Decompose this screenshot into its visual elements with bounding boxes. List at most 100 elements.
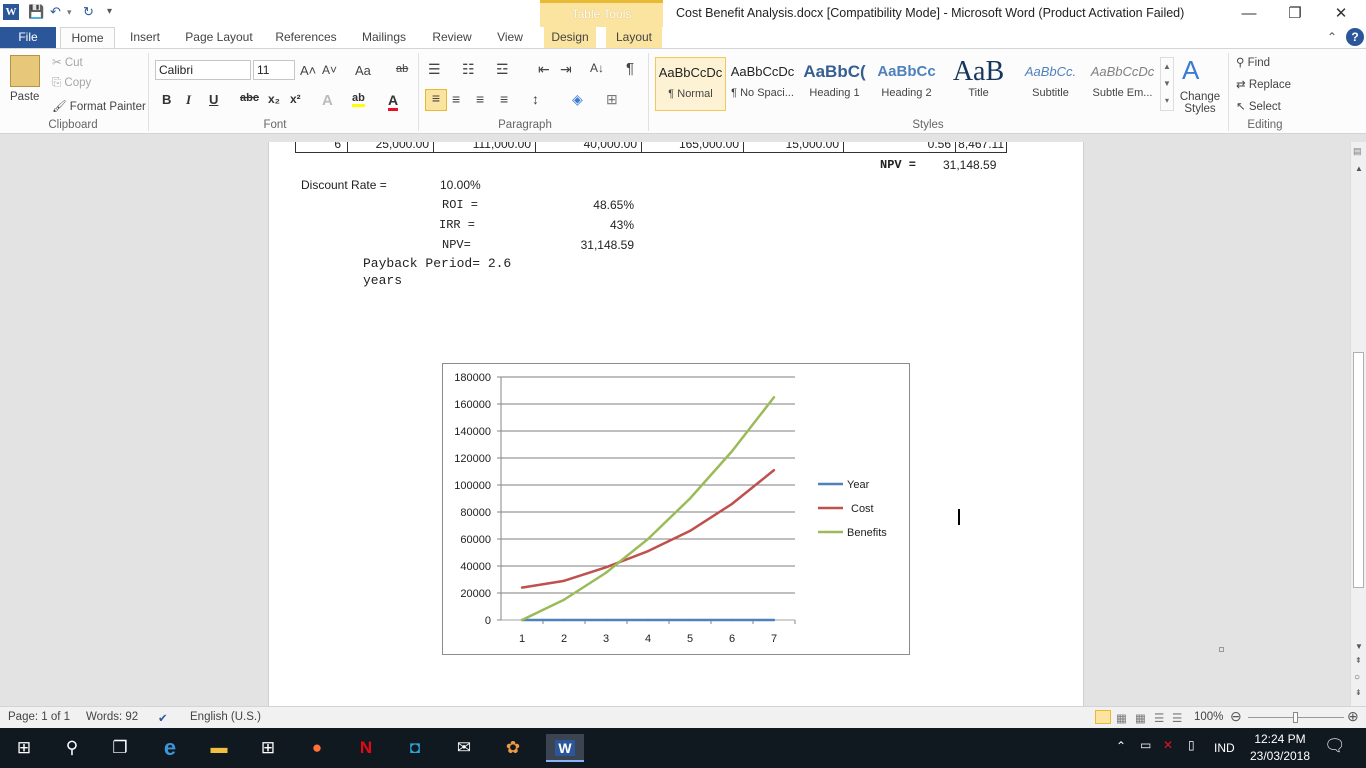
task-view-icon[interactable]: ❐ bbox=[106, 734, 134, 762]
app-icon[interactable]: ◘ bbox=[401, 734, 429, 762]
decrease-indent-icon[interactable]: ⇤ bbox=[538, 61, 550, 78]
language-indicator-taskbar[interactable]: IND bbox=[1214, 741, 1235, 755]
tab-mailings[interactable]: Mailings bbox=[354, 27, 414, 48]
cut-button[interactable]: ✂ Cut bbox=[52, 55, 122, 69]
increase-indent-icon[interactable]: ⇥ bbox=[560, 61, 572, 78]
scroll-down-icon[interactable]: ▼ bbox=[1355, 642, 1363, 651]
scroll-thumb[interactable] bbox=[1353, 352, 1364, 588]
outline-view-icon[interactable]: ☰ bbox=[1154, 711, 1164, 725]
line-chart[interactable]: 0 20000 40000 60000 80000 100000 120000 140000 1… bbox=[442, 363, 910, 655]
grow-font-button[interactable]: A˄ bbox=[300, 63, 316, 78]
store-icon[interactable]: ⊞ bbox=[254, 734, 282, 762]
tab-page-layout[interactable]: Page Layout bbox=[180, 27, 258, 48]
strikethrough-button[interactable]: abc bbox=[240, 92, 259, 104]
format-painter-button[interactable]: 🖌 Format Painter bbox=[52, 99, 146, 113]
table-row[interactable]: 6 25,000.00 111,000.00 40,000.00 165,000… bbox=[295, 142, 1007, 153]
underline-button[interactable]: U bbox=[209, 92, 218, 107]
sort-button[interactable]: A↓ bbox=[590, 61, 604, 75]
windows-start-icon[interactable]: ⊞ bbox=[10, 734, 38, 762]
netflix-icon[interactable]: N bbox=[352, 734, 380, 762]
styles-gallery-scroll[interactable]: ▲ ▼ ▾ bbox=[1160, 57, 1174, 111]
highlight-button[interactable]: ab bbox=[352, 92, 365, 107]
font-family-select[interactable]: Calibri bbox=[155, 60, 251, 80]
next-page-icon[interactable]: ⇟ bbox=[1355, 688, 1362, 697]
redo-icon[interactable]: ↻ bbox=[83, 3, 94, 21]
style-no-spacing[interactable]: AaBbCcDc ¶ No Spaci... bbox=[727, 57, 798, 111]
style-normal[interactable]: AaBbCcDc ¶ Normal bbox=[655, 57, 726, 111]
undo-icon[interactable]: ↶ bbox=[50, 3, 61, 21]
restore-button[interactable]: ❐ bbox=[1272, 0, 1318, 27]
select-button[interactable]: ↖ Select bbox=[1236, 99, 1281, 113]
show-formatting-button[interactable]: ¶ bbox=[626, 60, 634, 77]
zoom-slider-thumb[interactable] bbox=[1293, 712, 1298, 723]
justify-icon[interactable]: ≡ bbox=[500, 91, 508, 107]
tab-design[interactable]: Design bbox=[544, 27, 596, 48]
edge-icon[interactable]: e bbox=[156, 734, 184, 762]
align-left-icon[interactable]: ≡ bbox=[425, 89, 447, 111]
customize-qat-icon[interactable]: ▾ bbox=[107, 3, 112, 21]
close-button[interactable]: ✕ bbox=[1318, 0, 1364, 27]
clear-formatting-button[interactable]: ab bbox=[396, 63, 408, 75]
word-count[interactable]: Words: 92 bbox=[86, 711, 138, 723]
draft-view-icon[interactable]: ☰ bbox=[1172, 711, 1182, 725]
action-center-icon[interactable]: 🗨 bbox=[1324, 736, 1346, 756]
document-page[interactable]: 6 25,000.00 111,000.00 40,000.00 165,000… bbox=[268, 142, 1224, 706]
browse-object-icon[interactable]: ○ bbox=[1354, 672, 1360, 683]
tab-view[interactable]: View bbox=[490, 27, 530, 48]
multilevel-list-icon[interactable]: ☲ bbox=[496, 61, 509, 78]
tab-layout[interactable]: Layout bbox=[606, 27, 662, 48]
style-heading-1[interactable]: AaBbC( Heading 1 bbox=[799, 57, 870, 111]
undo-dropdown-icon[interactable]: ▾ bbox=[67, 3, 72, 21]
style-title[interactable]: AaB Title bbox=[943, 57, 1014, 111]
ruler-toggle-icon[interactable]: ▤ bbox=[1353, 146, 1362, 157]
align-center-icon[interactable]: ≡ bbox=[452, 91, 460, 107]
network-icon[interactable]: ✕ bbox=[1163, 738, 1173, 752]
minimize-button[interactable]: — bbox=[1226, 0, 1272, 27]
full-screen-view-icon[interactable]: ▦ bbox=[1116, 711, 1127, 725]
language-indicator[interactable]: English (U.S.) bbox=[190, 711, 261, 723]
search-icon[interactable]: ⚲ bbox=[58, 734, 86, 762]
print-layout-view-icon[interactable] bbox=[1095, 710, 1111, 724]
find-button[interactable]: ⚲ Find bbox=[1236, 55, 1270, 69]
paste-icon[interactable] bbox=[10, 55, 40, 87]
clock-time[interactable]: 12:24 PM bbox=[1252, 732, 1308, 746]
shrink-font-button[interactable]: A˅ bbox=[322, 63, 337, 77]
battery-icon[interactable]: ▭ bbox=[1140, 738, 1151, 752]
zoom-in-icon[interactable]: ⊕ bbox=[1347, 708, 1359, 725]
tab-file[interactable]: File bbox=[0, 27, 56, 48]
show-hidden-icons-icon[interactable]: ⌃ bbox=[1116, 739, 1126, 753]
usb-icon[interactable]: ▯ bbox=[1188, 738, 1195, 752]
help-icon[interactable]: ? bbox=[1346, 28, 1364, 46]
save-icon[interactable]: 💾 bbox=[28, 3, 44, 21]
borders-icon[interactable]: ⊞ bbox=[606, 91, 618, 108]
line-spacing-icon[interactable]: ↕ bbox=[532, 91, 539, 107]
subscript-button[interactable]: x₂ bbox=[268, 92, 280, 106]
tab-insert[interactable]: Insert bbox=[124, 27, 166, 48]
web-layout-view-icon[interactable]: ▦ bbox=[1135, 711, 1146, 725]
bold-button[interactable]: B bbox=[162, 92, 171, 107]
bullets-icon[interactable]: ☰ bbox=[428, 61, 441, 78]
page-count[interactable]: Page: 1 of 1 bbox=[8, 711, 70, 723]
style-heading-2[interactable]: AaBbCc Heading 2 bbox=[871, 57, 942, 111]
paste-button[interactable]: Paste bbox=[10, 91, 39, 103]
word-app-icon[interactable]: W bbox=[3, 4, 19, 20]
shading-icon[interactable]: ◈ bbox=[572, 91, 583, 108]
mail-icon[interactable]: ✉ bbox=[450, 734, 478, 762]
clock-date[interactable]: 23/03/2018 bbox=[1248, 749, 1312, 763]
font-size-select[interactable]: 11 bbox=[253, 60, 295, 80]
photos-icon[interactable]: ✿ bbox=[499, 734, 527, 762]
scroll-up-icon[interactable]: ▲ bbox=[1355, 164, 1363, 173]
text-effects-button[interactable]: A bbox=[322, 92, 333, 109]
word-taskbar-icon[interactable]: W bbox=[546, 734, 584, 762]
previous-page-icon[interactable]: ⇞ bbox=[1355, 656, 1362, 665]
firefox-icon[interactable]: ● bbox=[303, 734, 331, 762]
italic-button[interactable]: I bbox=[186, 92, 191, 108]
file-explorer-icon[interactable]: ▬ bbox=[205, 734, 233, 762]
replace-button[interactable]: ⇄ Replace bbox=[1236, 77, 1291, 91]
change-styles-button[interactable]: Change Styles bbox=[1178, 91, 1222, 115]
zoom-level[interactable]: 100% bbox=[1194, 711, 1223, 723]
style-subtle-emphasis[interactable]: AaBbCcDc Subtle Em... bbox=[1087, 57, 1158, 111]
vertical-scrollbar[interactable]: ▤ ▲ ▼ ⇞ ○ ⇟ bbox=[1350, 142, 1366, 706]
resize-handle[interactable] bbox=[1219, 647, 1224, 652]
tab-home[interactable]: Home bbox=[60, 27, 115, 48]
